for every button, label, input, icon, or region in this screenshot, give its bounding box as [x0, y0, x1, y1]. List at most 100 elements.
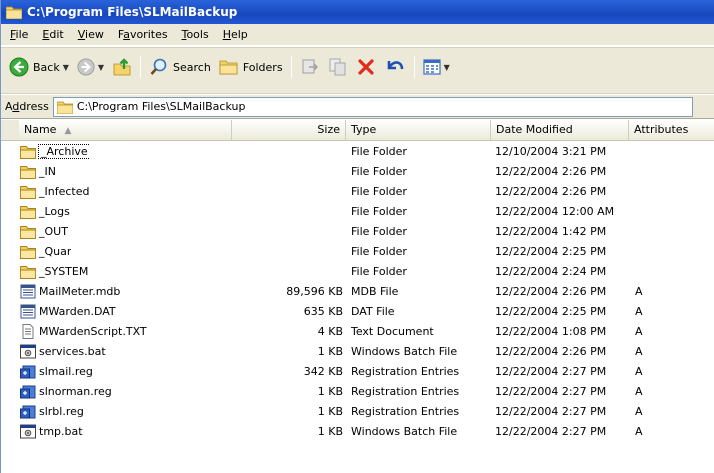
- column-header-name[interactable]: Name ▲: [19, 120, 232, 140]
- file-name: slnorman.reg: [39, 385, 112, 398]
- menu-edit[interactable]: Edit: [35, 26, 70, 43]
- menu-view[interactable]: View: [71, 26, 111, 43]
- title-bar[interactable]: C:\Program Files\SLMailBackup: [1, 0, 714, 24]
- file-attributes: [635, 142, 695, 162]
- back-arrow-icon: [9, 57, 29, 77]
- address-bar: Address C:\Program Files\SLMailBackup: [1, 94, 714, 119]
- file-row[interactable]: services.bat 1 KB Windows Batch File 12/22/…: [1, 342, 714, 362]
- delete-icon: [357, 59, 374, 75]
- file-list[interactable]: Name ▲ Size Type Date Modified Attributes…: [1, 120, 714, 473]
- forward-button[interactable]: ▼: [73, 54, 108, 80]
- column-header-type[interactable]: Type: [346, 120, 491, 140]
- views-button[interactable]: ▼: [419, 54, 454, 80]
- forward-dropdown-icon[interactable]: ▼: [98, 63, 104, 72]
- folders-icon: [219, 60, 238, 75]
- file-size: [232, 262, 343, 282]
- file-row[interactable]: tmp.bat 1 KB Windows Batch File 12/22/2004 …: [1, 422, 714, 442]
- file-size: 1 KB: [317, 385, 343, 398]
- file-name: slrbl.reg: [39, 405, 84, 418]
- file-row[interactable]: _Logs File Folder 12/22/2004 12:00 AM: [1, 202, 714, 222]
- file-size: 1 KB: [317, 405, 343, 418]
- menu-help-accel: H: [222, 28, 231, 41]
- file-name: services.bat: [39, 345, 106, 358]
- folder-icon: [6, 6, 22, 19]
- file-size: [232, 182, 343, 202]
- file-row[interactable]: MailMeter.mdb 89,596 KB MDB File 12/22/2004…: [1, 282, 714, 302]
- up-folder-icon: [113, 58, 131, 76]
- file-attributes: A: [635, 305, 643, 318]
- file-date-modified: 12/22/2004 2:27 PM: [495, 425, 607, 438]
- file-type: Registration Entries: [351, 365, 460, 378]
- undo-icon: [387, 61, 403, 70]
- toolbar-separator: [413, 56, 415, 78]
- file-name: _IN: [39, 165, 56, 178]
- file-row[interactable]: MWarden.DAT 635 KB DAT File 12/22/2004 2:25…: [1, 302, 714, 322]
- file-attributes: A: [635, 345, 643, 358]
- move-to-icon: [302, 59, 318, 74]
- file-date-modified: 12/22/2004 2:26 PM: [495, 185, 607, 198]
- back-button[interactable]: Back ▼: [5, 54, 73, 80]
- file-name: MWarden.DAT: [39, 305, 116, 318]
- file-size: [232, 202, 343, 222]
- file-name: _Quar: [39, 245, 72, 258]
- column-header-attributes[interactable]: Attributes: [629, 120, 714, 140]
- search-button[interactable]: Search: [145, 54, 215, 80]
- file-name: MailMeter.mdb: [39, 285, 121, 298]
- back-dropdown-icon[interactable]: ▼: [63, 63, 69, 72]
- file-row[interactable]: slnorman.reg 1 KB Registration Entries 12/2…: [1, 382, 714, 402]
- copy-to-button[interactable]: [324, 54, 352, 80]
- move-to-button[interactable]: [296, 54, 324, 80]
- search-icon: [150, 58, 167, 75]
- file-row[interactable]: _SYSTEM File Folder 12/22/2004 2:24 PM: [1, 262, 714, 282]
- folders-button[interactable]: Folders: [215, 54, 287, 80]
- undo-button[interactable]: [380, 54, 410, 80]
- file-row[interactable]: slrbl.reg 1 KB Registration Entries 12/22/2…: [1, 402, 714, 422]
- column-header-size[interactable]: Size: [232, 120, 346, 140]
- file-date-modified: 12/22/2004 2:27 PM: [495, 365, 607, 378]
- file-name: slmail.reg: [39, 365, 93, 378]
- file-name: _OUT: [39, 225, 68, 238]
- file-type: File Folder: [351, 145, 407, 158]
- file-size: 635 KB: [303, 305, 343, 318]
- file-type: Registration Entries: [351, 385, 460, 398]
- file-size: [232, 142, 343, 162]
- file-date-modified: 12/22/2004 12:00 AM: [495, 205, 615, 218]
- menu-view-accel: V: [77, 28, 86, 41]
- menu-help[interactable]: Help: [216, 26, 255, 43]
- delete-button[interactable]: [352, 54, 380, 80]
- views-dropdown-icon[interactable]: ▼: [444, 63, 450, 72]
- file-row[interactable]: _Archive File Folder 12/10/2004 3:21 PM: [1, 142, 714, 162]
- up-button[interactable]: [108, 54, 136, 80]
- file-row[interactable]: _OUT File Folder 12/22/2004 1:42 PM: [1, 222, 714, 242]
- address-field[interactable]: C:\Program Files\SLMailBackup: [52, 96, 693, 117]
- file-name-focused: _Archive: [38, 144, 90, 159]
- column-header-date-label: Date Modified: [496, 123, 573, 136]
- file-name: MWardenScript.TXT: [39, 325, 147, 338]
- file-size: 342 KB: [303, 365, 343, 378]
- address-label-rest: dress: [19, 100, 49, 113]
- column-header-attributes-label: Attributes: [634, 123, 689, 136]
- file-attributes: [635, 202, 695, 222]
- file-date-modified: 12/22/2004 2:25 PM: [495, 245, 607, 258]
- file-date-modified: 12/22/2004 2:26 PM: [495, 165, 607, 178]
- file-row[interactable]: _Quar File Folder 12/22/2004 2:25 PM: [1, 242, 714, 262]
- menu-favorites[interactable]: Favorites: [111, 26, 175, 43]
- file-type: Windows Batch File: [351, 345, 458, 358]
- search-label: Search: [173, 60, 211, 74]
- file-type: DAT File: [351, 305, 395, 318]
- menu-bar: File Edit View Favorites Tools Help: [1, 24, 714, 46]
- file-row[interactable]: _IN File Folder 12/22/2004 2:26 PM: [1, 162, 714, 182]
- file-row[interactable]: slmail.reg 342 KB Registration Entries 12/2…: [1, 362, 714, 382]
- column-header-date-modified[interactable]: Date Modified: [491, 120, 629, 140]
- file-date-modified: 12/22/2004 2:27 PM: [495, 405, 607, 418]
- file-row[interactable]: MWardenScript.TXT 4 KB Text Document 12/22/…: [1, 322, 714, 342]
- menu-file[interactable]: File: [3, 26, 35, 43]
- file-size: 89,596 KB: [286, 285, 343, 298]
- file-attributes: [635, 182, 695, 202]
- file-date-modified: 12/22/2004 1:42 PM: [495, 225, 607, 238]
- menu-view-label: iew: [85, 28, 104, 41]
- menu-favorites-label: vorites: [129, 28, 168, 41]
- file-type: File Folder: [351, 225, 407, 238]
- file-row[interactable]: _Infected File Folder 12/22/2004 2:26 PM: [1, 182, 714, 202]
- menu-tools[interactable]: Tools: [175, 26, 216, 43]
